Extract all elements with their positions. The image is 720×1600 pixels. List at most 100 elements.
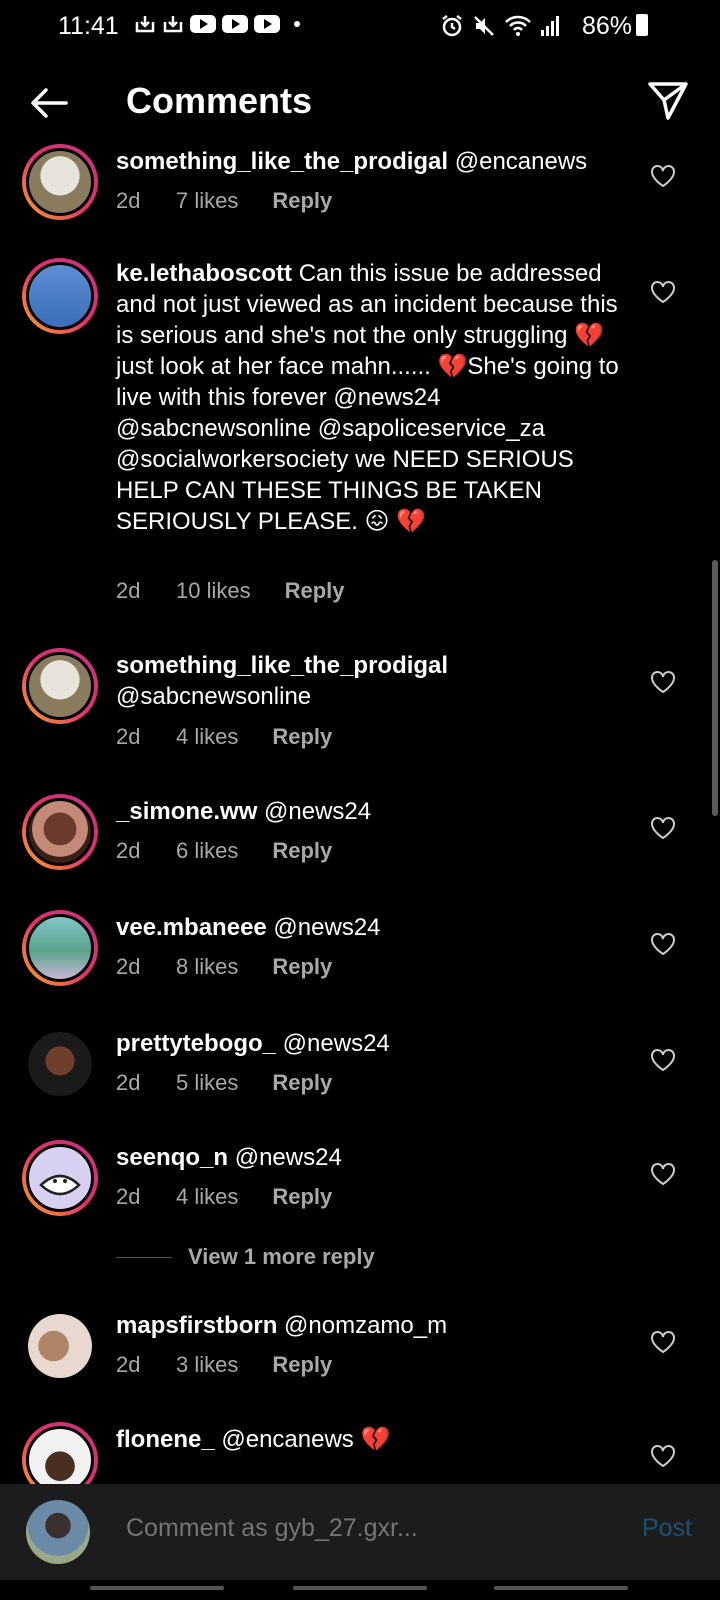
comment-age: 2d [116,578,141,603]
reply-button[interactable]: Reply [272,188,332,214]
comment-age: 2d [116,1184,141,1209]
comment-age: 2d [116,1070,141,1095]
comment-input[interactable] [126,1514,596,1543]
cartoon-face-icon [39,1174,81,1196]
nav-home-pill[interactable] [293,1586,427,1590]
comment-likes[interactable]: 10 likes [176,578,251,604]
comment-text: Can this issue be addressed and not just… [116,260,619,535]
scrollbar[interactable] [712,560,718,816]
comment-username[interactable]: something_like_the_prodigal [116,148,448,175]
comments-header: Comments [0,60,720,146]
comment-meta: 2d 6 likes Reply [116,838,332,864]
comment-text: @news24 [266,914,381,941]
view-more-replies-button[interactable]: View 1 more reply [116,1244,375,1270]
comment-age: 2d [116,724,141,749]
notification-icons [134,14,300,34]
comment-age: 2d [116,838,141,863]
view-more-replies-label: View 1 more reply [188,1244,375,1269]
comment-username[interactable]: ke.lethaboscott [116,260,292,287]
download-icon [163,16,183,33]
avatar[interactable] [22,910,98,986]
comment-likes[interactable]: 3 likes [176,1352,238,1378]
status-bar: 11:41 86% [0,0,720,52]
current-user-avatar [26,1500,90,1564]
more-notifications-icon [294,21,300,27]
reply-button[interactable]: Reply [272,724,332,750]
comment-meta: 2d 3 likes Reply [116,1352,332,1378]
comment-list[interactable]: something_like_the_prodigal @encanews 2d… [0,140,720,1484]
comment-meta: 2d 10 likes Reply [116,578,345,604]
battery-icon [636,14,648,36]
comment-text: @encanews [448,148,588,175]
reply-thread-line [116,1256,172,1258]
comment-username[interactable]: mapsfirstborn [116,1312,277,1339]
comment-username[interactable]: flonene_ [116,1426,215,1453]
comment-age: 2d [116,954,141,979]
youtube-icon [222,15,248,33]
heart-icon[interactable] [650,280,676,304]
nav-back-pill[interactable] [494,1586,628,1590]
reply-button[interactable]: Reply [272,838,332,864]
heart-icon[interactable] [650,1048,676,1072]
avatar[interactable] [22,1140,98,1216]
signal-icon [541,16,559,36]
heart-icon[interactable] [650,670,676,694]
mute-icon [474,16,494,36]
post-button[interactable]: Post [642,1514,692,1543]
avatar[interactable] [22,648,98,724]
reply-button[interactable]: Reply [272,1184,332,1210]
youtube-icon [190,15,216,33]
comment-text: @sabcnewsonline [116,683,312,710]
comment-age: 2d [116,1352,141,1377]
navigation-bar [0,1580,720,1600]
comment-username[interactable]: _simone.ww [116,798,257,825]
heart-icon[interactable] [650,164,676,188]
status-time: 11:41 [58,12,119,40]
avatar[interactable] [22,258,98,334]
heart-icon[interactable] [650,1162,676,1186]
alarm-icon [442,15,462,37]
comment-likes[interactable]: 5 likes [176,1070,238,1096]
comment-likes[interactable]: 4 likes [176,1184,238,1210]
reply-button[interactable]: Reply [272,1352,332,1378]
nav-recents-pill[interactable] [90,1586,224,1590]
comment-text: @news24 [257,798,372,825]
youtube-icon [254,15,280,33]
system-icons [440,14,560,38]
comment-meta: 2d 4 likes Reply [116,1184,332,1210]
avatar[interactable] [22,794,98,870]
comment-likes[interactable]: 6 likes [176,838,238,864]
comment-username[interactable]: seenqo_n [116,1144,228,1171]
reply-button[interactable]: Reply [272,1070,332,1096]
wifi-icon [505,15,531,36]
comment-meta: 2d 4 likes Reply [116,724,332,750]
battery-percent: 86% [581,12,632,40]
heart-icon[interactable] [650,1444,676,1468]
comment-composer: Post [0,1484,720,1580]
comment-username[interactable]: prettytebogo_ [116,1030,276,1057]
back-arrow-icon[interactable] [26,80,72,126]
send-icon[interactable] [646,78,690,122]
avatar[interactable] [22,1422,98,1484]
comment-username[interactable]: vee.mbaneee [116,914,267,941]
comment-meta: 2d 8 likes Reply [116,954,332,980]
comment-username[interactable]: something_like_the_prodigal [116,652,448,679]
comment-text: @news24 [228,1144,342,1171]
comment-meta: 2d 7 likes Reply [116,188,332,214]
avatar[interactable] [22,144,98,220]
download-icon [135,16,155,33]
heart-icon[interactable] [650,1330,676,1354]
avatar[interactable] [22,1308,98,1384]
heart-icon[interactable] [650,932,676,956]
reply-button[interactable]: Reply [272,954,332,980]
avatar[interactable] [22,1026,98,1102]
comment-likes[interactable]: 8 likes [176,954,238,980]
page-title: Comments [126,80,313,121]
comment-text: @news24 [276,1030,390,1057]
comment-likes[interactable]: 7 likes [176,188,238,214]
comment-likes[interactable]: 4 likes [176,724,238,750]
comment-meta: 2d 5 likes Reply [116,1070,332,1096]
comment-age: 2d [116,188,141,213]
reply-button[interactable]: Reply [285,578,345,604]
heart-icon[interactable] [650,816,676,840]
